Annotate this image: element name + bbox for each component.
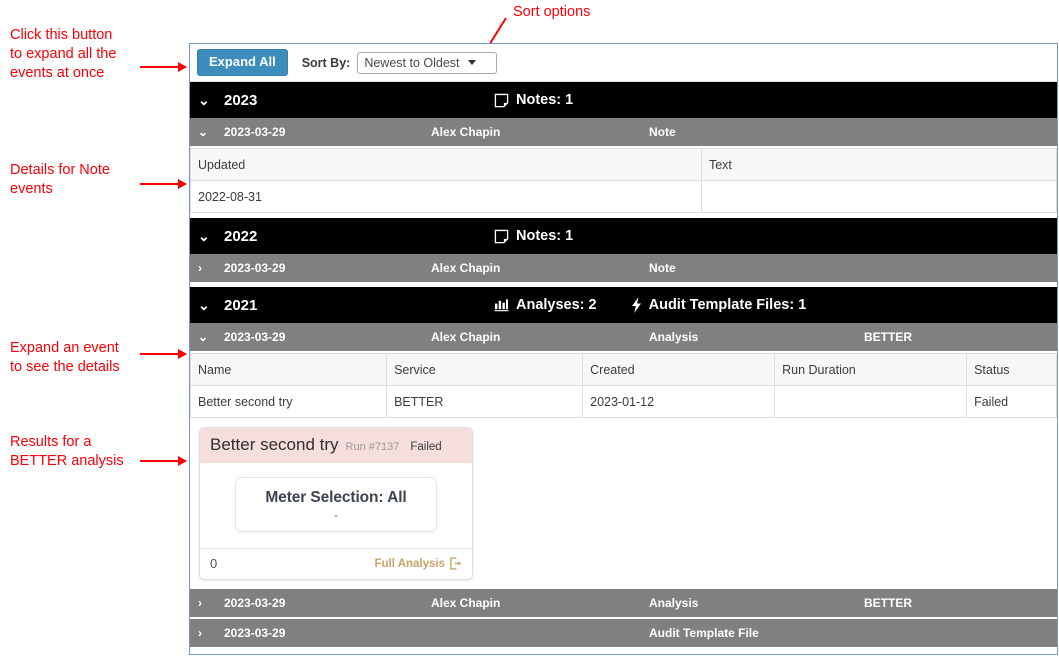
annotation-note-details: Details for Note events — [10, 162, 110, 197]
meter-selection-value: - — [334, 508, 338, 522]
cell-service: BETTER — [386, 385, 584, 418]
year-stat-analyses: Analyses: 2 — [494, 297, 597, 313]
cell-updated: 2022-08-31 — [190, 180, 702, 213]
year-label: 2022 — [224, 227, 258, 245]
year-stat-label: Audit Template Files: 1 — [648, 297, 807, 313]
year-stat-notes: Notes: 1 — [494, 228, 573, 244]
card-body: Meter Selection: All - — [200, 463, 472, 549]
event-type: Analysis — [649, 330, 699, 344]
event-date: 2023-03-29 — [224, 596, 286, 610]
cell-run-duration — [774, 385, 968, 418]
chevron-down-icon: ⌄ — [198, 125, 209, 139]
analysis-result-card[interactable]: Better second try Run #7137 Failed Meter… — [199, 427, 473, 580]
chevron-right-icon: › — [198, 596, 202, 610]
analysis-result-card-area: Better second try Run #7137 Failed Meter… — [190, 418, 1057, 589]
sort-by-select[interactable]: Newest to Oldest — [357, 51, 497, 74]
year-stat-audit-template-files: Audit Template Files: 1 — [631, 297, 807, 313]
event-type: Analysis — [649, 596, 699, 610]
chevron-right-icon: › — [198, 626, 202, 640]
event-timeline-panel: Expand All Sort By: Newest to Oldest ⌄ 2… — [189, 43, 1058, 655]
card-footer: 0 Full Analysis — [200, 549, 472, 579]
chevron-down-icon: ⌄ — [198, 227, 210, 244]
annotation-arrow-expand-event — [140, 349, 187, 359]
event-type: Audit Template File — [649, 626, 759, 640]
bar-chart-icon — [494, 298, 509, 312]
year-stat-label: Notes: 1 — [516, 228, 574, 244]
event-user: Alex Chapin — [431, 261, 501, 275]
event-user: Alex Chapin — [431, 125, 501, 139]
event-date: 2023-03-29 — [224, 330, 286, 344]
year-stat-label: Analyses: 2 — [516, 297, 597, 313]
year-stat-notes: Notes: 1 — [494, 92, 573, 108]
column-header-run-duration: Run Duration — [774, 353, 968, 386]
event-date: 2023-03-29 — [224, 261, 286, 275]
event-date: 2023-03-29 — [224, 125, 286, 139]
card-header: Better second try Run #7137 Failed — [200, 428, 472, 463]
table-header-row: Name Service Created Run Duration Status — [190, 353, 1057, 386]
sort-by-value: Newest to Oldest — [364, 55, 460, 70]
note-icon — [494, 229, 509, 244]
year-header-2022[interactable]: ⌄ 2022 Notes: 1 — [190, 218, 1057, 254]
annotation-expand-all: Click this button to expand all the even… — [10, 27, 117, 81]
column-header-service: Service — [386, 353, 584, 386]
meter-selection-box: Meter Selection: All - — [235, 477, 437, 532]
column-header-name: Name — [190, 353, 388, 386]
full-analysis-link[interactable]: Full Analysis — [374, 557, 462, 570]
event-user: Alex Chapin — [431, 596, 501, 610]
year-header-2021[interactable]: ⌄ 2021 Analyses: 2 Audit Template Files:… — [190, 287, 1057, 323]
event-service: BETTER — [864, 330, 912, 344]
card-count: 0 — [210, 556, 218, 571]
year-label: 2021 — [224, 296, 258, 314]
card-run-number: Run #7137 — [345, 441, 400, 453]
annotation-arrow-note-details — [140, 179, 187, 189]
annotation-sort-options: Sort options — [513, 4, 591, 20]
event-row-audit-template-file[interactable]: › 2023-03-29 Audit Template File — [190, 619, 1057, 649]
cell-text — [700, 180, 1057, 213]
event-row-note-2023[interactable]: ⌄ 2023-03-29 Alex Chapin Note — [190, 118, 1057, 148]
event-service: BETTER — [864, 596, 912, 610]
chevron-down-icon: ⌄ — [198, 330, 209, 344]
chevron-down-icon: ⌄ — [198, 91, 210, 108]
year-header-2023[interactable]: ⌄ 2023 Notes: 1 — [190, 82, 1057, 118]
timeline-toolbar: Expand All Sort By: Newest to Oldest — [190, 44, 1057, 82]
chevron-down-icon: ⌄ — [198, 296, 210, 313]
card-title: Better second try — [210, 435, 339, 454]
expand-all-button[interactable]: Expand All — [197, 48, 288, 77]
external-link-icon — [449, 557, 462, 570]
status-badge: Failed — [410, 441, 442, 453]
note-detail-table-2023: Updated Text 2022-08-31 — [190, 148, 1057, 213]
year-stat-label: Notes: 1 — [516, 92, 574, 108]
annotation-expand-event: Expand an event to see the details — [10, 340, 120, 375]
event-type: Note — [649, 125, 676, 139]
table-header-row: Updated Text — [190, 148, 1057, 181]
cell-created: 2023-01-12 — [582, 385, 776, 418]
chevron-down-icon — [467, 60, 476, 65]
annotation-better-results: Results for a BETTER analysis — [10, 434, 124, 469]
meter-selection-title: Meter Selection: All — [265, 489, 407, 506]
chevron-right-icon: › — [198, 261, 202, 275]
column-header-text: Text — [700, 148, 1057, 181]
table-row: 2022-08-31 — [190, 180, 1057, 213]
column-header-updated: Updated — [190, 148, 702, 181]
event-row-note-2022[interactable]: › 2023-03-29 Alex Chapin Note — [190, 254, 1057, 284]
full-analysis-label: Full Analysis — [374, 557, 445, 570]
column-header-created: Created — [582, 353, 776, 386]
event-type: Note — [649, 261, 676, 275]
annotation-arrow-better-results — [140, 456, 187, 466]
sort-by-label: Sort By: — [301, 55, 351, 70]
year-label: 2023 — [224, 91, 258, 109]
cell-name: Better second try — [190, 385, 388, 418]
cell-status: Failed — [966, 385, 1057, 418]
event-row-analysis-expanded[interactable]: ⌄ 2023-03-29 Alex Chapin Analysis BETTER — [190, 323, 1057, 353]
annotation-arrow-expand-all — [140, 62, 187, 72]
table-row: Better second try BETTER 2023-01-12 Fail… — [190, 385, 1057, 418]
analysis-detail-table: Name Service Created Run Duration Status… — [190, 353, 1057, 418]
event-row-analysis-collapsed[interactable]: › 2023-03-29 Alex Chapin Analysis BETTER — [190, 589, 1057, 619]
note-icon — [494, 93, 509, 108]
lightning-icon — [631, 297, 642, 313]
column-header-status: Status — [966, 353, 1057, 386]
event-date: 2023-03-29 — [224, 626, 286, 640]
event-user: Alex Chapin — [431, 330, 501, 344]
